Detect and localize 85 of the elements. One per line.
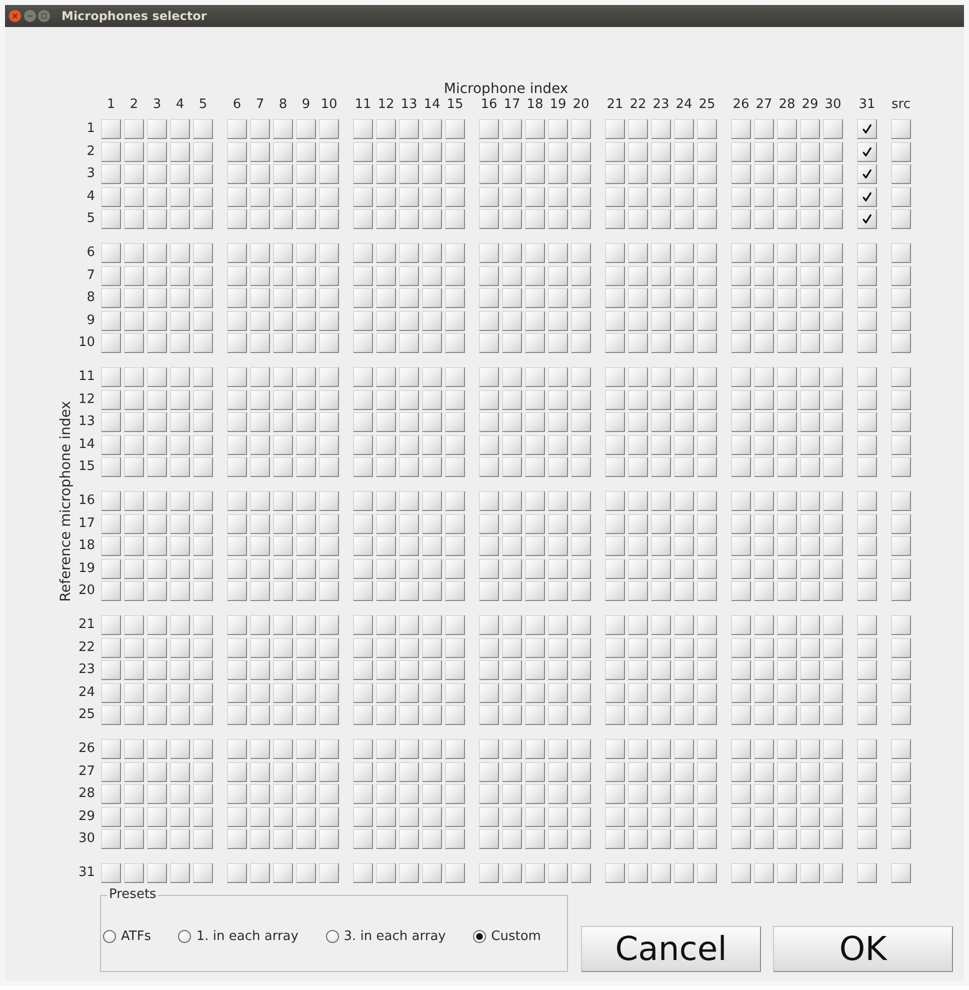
column-label: 12 <box>378 97 394 113</box>
row-label: 14 <box>78 436 95 452</box>
dialog-button[interactable]: OK <box>773 926 953 972</box>
radio-label[interactable]: 1. in each array <box>196 928 298 944</box>
column-label: 22 <box>630 97 646 113</box>
row-label: 18 <box>78 538 95 554</box>
column-label: 1 <box>106 97 116 113</box>
row-label: 24 <box>78 684 95 700</box>
column-label: 18 <box>526 97 544 113</box>
row-label: 9 <box>86 312 95 328</box>
row-label: 4 <box>86 188 95 204</box>
radio-button[interactable] <box>326 930 339 943</box>
column-label: 30 <box>824 97 842 113</box>
row-label: 17 <box>78 516 95 532</box>
row-label: 6 <box>86 245 95 261</box>
row-label: 7 <box>86 268 95 284</box>
column-label: 31 <box>858 97 876 113</box>
column-label: 15 <box>446 97 464 113</box>
row-label: 26 <box>78 741 95 757</box>
radio-label[interactable]: 3. in each array <box>344 928 446 944</box>
row-label: 21 <box>78 617 95 633</box>
column-label: 10 <box>320 97 338 113</box>
column-label: 3 <box>152 97 162 113</box>
column-label: src <box>892 97 910 113</box>
row-label: 2 <box>86 144 95 160</box>
close-icon[interactable] <box>9 10 21 22</box>
column-label: 26 <box>732 97 750 113</box>
row-label: 27 <box>78 764 95 780</box>
row-label: 30 <box>78 831 95 847</box>
column-label: 9 <box>302 97 310 113</box>
row-label: 15 <box>78 459 95 475</box>
row-label: 12 <box>78 392 95 408</box>
row-label: 3 <box>86 166 95 182</box>
row-label: 16 <box>78 493 95 509</box>
checkmark-icon <box>862 169 872 179</box>
row-label: 28 <box>78 786 95 802</box>
column-label: 6 <box>232 97 242 113</box>
column-label: 17 <box>504 97 520 113</box>
row-label: 1 <box>86 121 95 137</box>
row-label: 8 <box>86 290 95 306</box>
column-label: 8 <box>278 97 288 113</box>
column-label: 4 <box>176 97 184 113</box>
minimize-icon[interactable] <box>24 10 36 22</box>
row-label: 25 <box>78 707 95 723</box>
column-axis-title: Microphone index <box>444 81 568 97</box>
checkmark-icon <box>862 214 872 224</box>
row-label: 13 <box>78 414 95 430</box>
column-label: 20 <box>572 97 590 113</box>
radio-label[interactable]: Custom <box>491 928 541 944</box>
column-label: 2 <box>130 97 138 113</box>
column-label: 7 <box>256 97 264 113</box>
maximize-icon[interactable] <box>38 10 50 22</box>
row-axis-title: Reference microphone index <box>58 400 74 602</box>
radio-button[interactable] <box>103 930 116 943</box>
row-label: 31 <box>78 865 95 881</box>
row-label: 20 <box>78 583 95 599</box>
column-label: 14 <box>424 97 440 113</box>
row-label: 29 <box>78 808 95 824</box>
radio-button[interactable] <box>473 930 486 943</box>
presets-title: Presets <box>108 887 158 903</box>
dialog-button[interactable]: Cancel <box>581 926 761 972</box>
row-label: 5 <box>86 211 95 227</box>
radio-button[interactable] <box>178 930 192 943</box>
column-label: 13 <box>400 97 418 113</box>
radio-label[interactable]: ATFs <box>121 928 152 944</box>
column-label: 29 <box>802 97 818 113</box>
row-label: 19 <box>78 560 95 576</box>
checkmark-icon <box>862 124 872 134</box>
column-label: 21 <box>606 97 624 113</box>
row-label: 23 <box>78 662 95 678</box>
column-label: 23 <box>652 97 670 113</box>
column-label: 11 <box>354 97 372 113</box>
column-label: 16 <box>480 97 498 113</box>
row-label: 22 <box>78 640 95 656</box>
checkmark-icon <box>862 146 872 156</box>
column-label: 28 <box>778 97 796 113</box>
column-label: 27 <box>756 97 772 113</box>
checkmark-icon <box>862 192 872 202</box>
row-label: 11 <box>78 369 95 385</box>
row-label: 10 <box>78 335 95 351</box>
column-label: 25 <box>698 97 716 113</box>
column-label: 24 <box>676 97 692 113</box>
window-title: Microphones selector <box>62 9 207 23</box>
column-label: 19 <box>550 97 566 113</box>
column-label: 5 <box>198 97 208 113</box>
